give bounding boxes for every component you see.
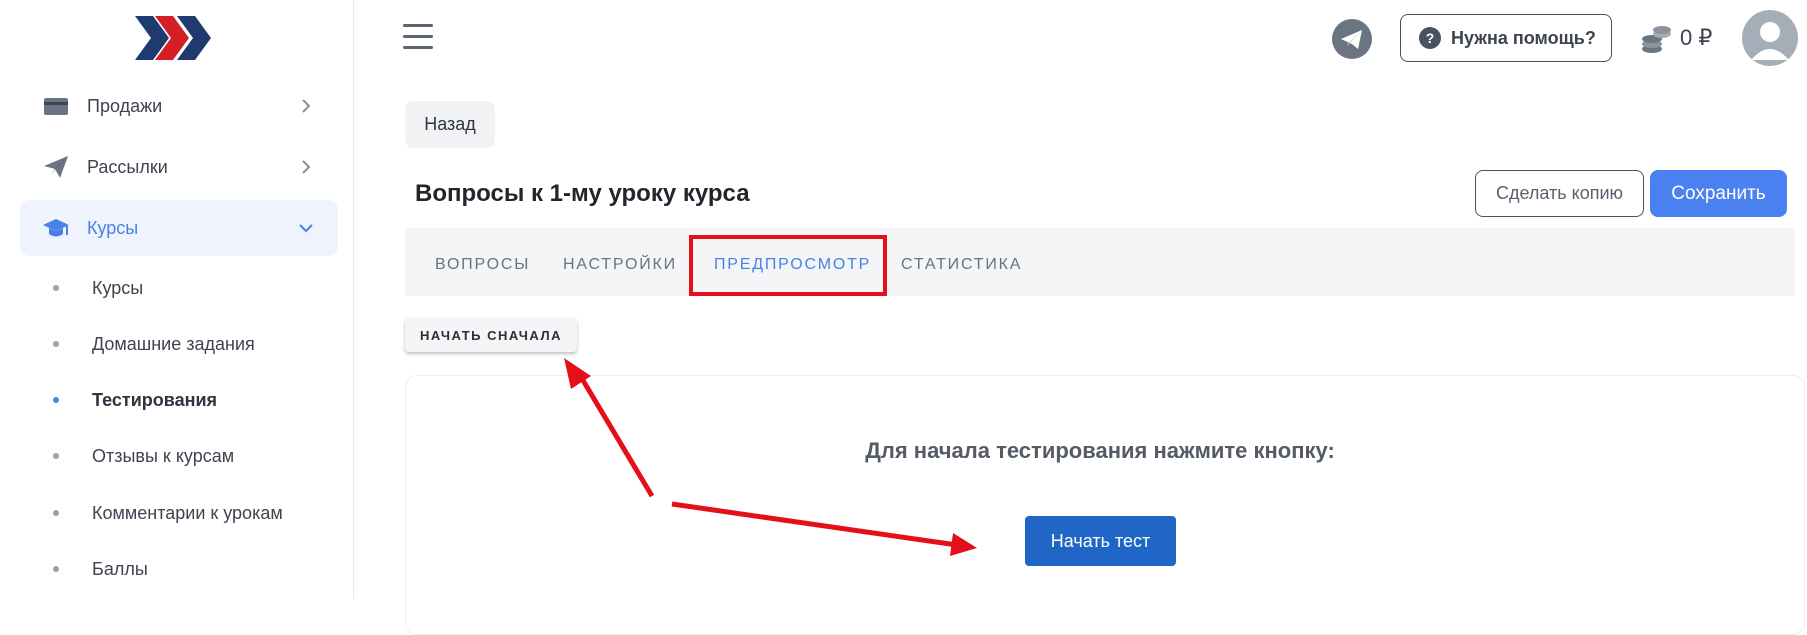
menu-toggle-icon[interactable] [403, 24, 433, 52]
sidebar-subitem-label: Отзывы к курсам [92, 446, 235, 466]
question-icon: ? [1419, 27, 1441, 49]
sidebar-item-label: Рассылки [87, 156, 168, 177]
graduation-cap-icon [43, 219, 69, 237]
chevron-down-icon [299, 224, 313, 233]
sidebar-item-mailings[interactable]: Рассылки [20, 139, 338, 195]
bullet-dot [53, 397, 59, 403]
sidebar-item-sales[interactable]: Продажи [20, 78, 338, 134]
sidebar-subitem-tests[interactable]: Тестирования [20, 380, 338, 420]
chevron-right-icon [302, 160, 311, 174]
tab-statistics[interactable]: СТАТИСТИКА [901, 256, 1022, 274]
chevron-right-icon [302, 99, 311, 113]
make-copy-button[interactable]: Сделать копию [1475, 170, 1644, 217]
sidebar-item-label: Продажи [87, 95, 163, 116]
help-button-label: Нужна помощь? [1451, 27, 1596, 48]
save-button[interactable]: Сохранить [1650, 170, 1787, 217]
sidebar-subitem-label: Курсы [92, 278, 144, 298]
user-avatar[interactable] [1742, 10, 1798, 66]
page-title: Вопросы к 1-му уроку курса [415, 180, 750, 207]
sidebar-item-courses[interactable]: Курсы [20, 200, 338, 256]
logo-icon [135, 16, 211, 60]
coins-icon [1642, 26, 1671, 53]
sidebar-subitem-label: Домашние задания [92, 334, 255, 354]
help-button[interactable]: ? Нужна помощь? [1400, 14, 1612, 62]
sidebar: Продажи Рассылки Курсы Курсы Домашние за… [0, 0, 354, 599]
back-button[interactable]: Назад [405, 101, 495, 148]
restart-button[interactable]: НАЧАТЬ СНАЧАЛА [405, 318, 577, 352]
bullet-dot [53, 510, 59, 516]
preview-card [405, 375, 1805, 635]
sidebar-subitem-label: Комментарии к урокам [92, 503, 283, 523]
test-start-prompt: Для начала тестирования нажмите кнопку: [865, 438, 1335, 463]
sidebar-subitem-points[interactable]: Баллы [20, 549, 338, 589]
sidebar-subitem-reviews[interactable]: Отзывы к курсам [20, 436, 338, 476]
sidebar-subitem-courses[interactable]: Курсы [20, 268, 338, 308]
start-test-button[interactable]: Начать тест [1025, 516, 1176, 566]
sidebar-subitem-label: Тестирования [92, 390, 218, 410]
bullet-dot [53, 453, 59, 459]
sidebar-subitem-comments[interactable]: Комментарии к урокам [20, 493, 338, 533]
sidebar-subitem-homework[interactable]: Домашние задания [20, 324, 338, 364]
sidebar-item-label: Курсы [87, 217, 139, 238]
tabs-bar: ВОПРОСЫ НАСТРОЙКИ ПРЕДПРОСМОТР СТАТИСТИК… [405, 228, 1795, 296]
bullet-dot [53, 285, 59, 291]
paper-plane-icon [44, 156, 68, 178]
tab-settings[interactable]: НАСТРОЙКИ [563, 256, 677, 274]
annotation-highlight-box [689, 235, 887, 296]
sidebar-subitem-label: Баллы [92, 559, 148, 579]
bullet-dot [53, 566, 59, 572]
tab-questions[interactable]: ВОПРОСЫ [435, 256, 530, 274]
bullet-dot [53, 341, 59, 347]
balance-amount: 0 ₽ [1680, 25, 1713, 50]
credit-card-icon [44, 98, 68, 115]
telegram-icon[interactable] [1332, 19, 1372, 59]
